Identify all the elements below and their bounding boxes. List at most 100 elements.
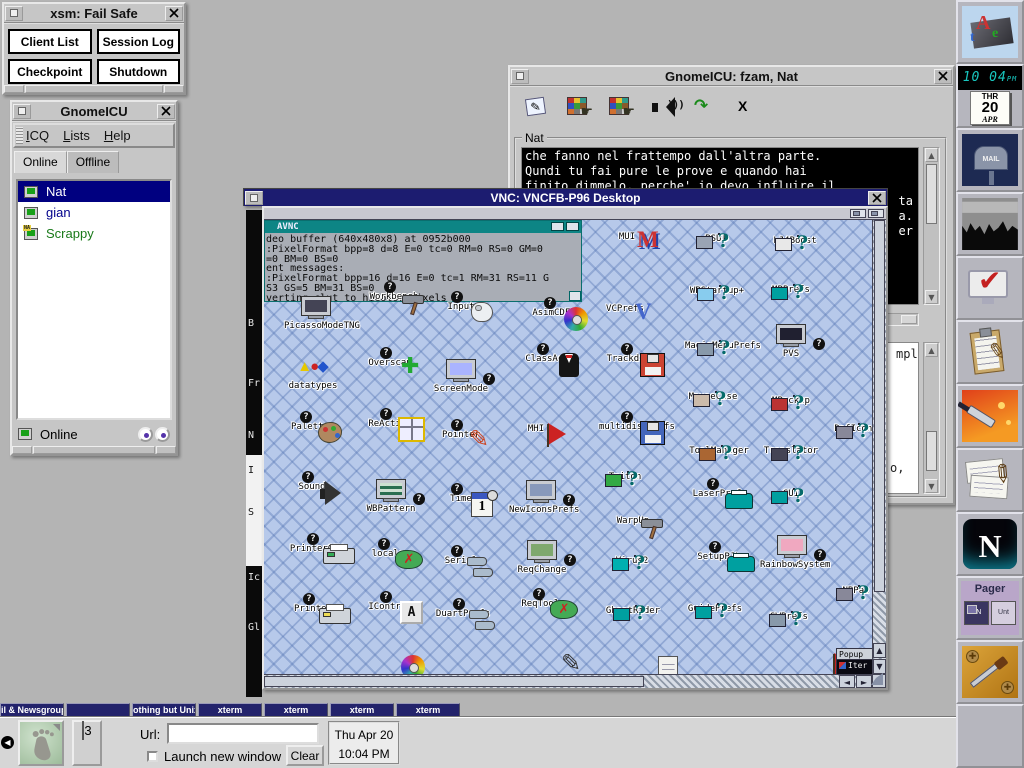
vnc-horizontal-scrollbar[interactable]: ◄ ► bbox=[264, 674, 872, 688]
amiga-icon-wbpattern[interactable]: ? WBPattern bbox=[359, 479, 423, 514]
menubar-grip[interactable] bbox=[16, 127, 23, 144]
dock-mail-button[interactable]: MAIL bbox=[956, 128, 1024, 192]
task-button-6[interactable]: xterm bbox=[330, 703, 394, 717]
scroll-down-icon[interactable]: ▼ bbox=[925, 290, 938, 304]
task-button-5[interactable]: xterm bbox=[264, 703, 328, 717]
amiga-icon-laserpref[interactable]: ? LaserPref bbox=[685, 487, 749, 499]
amiga-icon-newiconsprefs[interactable]: ? NewIconsPrefs bbox=[509, 480, 573, 515]
vnc-vertical-scrollbar[interactable]: ▲ ▼ bbox=[872, 220, 886, 674]
dock-afterstep-button[interactable]: Aet bbox=[956, 0, 1024, 64]
zoom-gadget-icon[interactable] bbox=[551, 222, 564, 231]
input-scrollbar[interactable]: ▲ ▼ bbox=[923, 342, 940, 494]
amiga-icon-guideprefs[interactable]: ? GuidePrefs bbox=[683, 602, 747, 614]
vnc-titlebar[interactable]: VNC: VNCFB-P96 Desktop bbox=[243, 188, 888, 206]
window-menu-icon[interactable] bbox=[5, 6, 23, 21]
amiga-icon[interactable] bbox=[614, 656, 678, 658]
amiga-icon-serial[interactable]: ? Serial bbox=[429, 554, 493, 566]
contact-gian[interactable]: gian bbox=[18, 202, 170, 223]
amiga-icon-locale[interactable]: ✗? locale bbox=[356, 547, 420, 559]
amiga-icon-magicmenuprefs[interactable]: ? MagicMenuPrefs bbox=[685, 339, 749, 351]
tab-offline[interactable]: Offline bbox=[67, 151, 119, 173]
panel-hide-arrow-icon[interactable]: ◀ bbox=[1, 736, 14, 749]
gnomeicu-titlebar[interactable]: GnomeICU bbox=[12, 102, 176, 122]
menu-lists[interactable]: Lists bbox=[63, 128, 90, 143]
amiga-icon-triton[interactable]: ? Triton bbox=[593, 470, 657, 482]
clear-button[interactable]: Clear bbox=[286, 745, 324, 766]
dock-tools-button[interactable]: ✚✚ bbox=[956, 640, 1024, 704]
amiga-icon-toolmanager[interactable]: ? ToolManager bbox=[687, 444, 751, 456]
window-menu-icon[interactable] bbox=[13, 104, 31, 119]
scroll-up-icon[interactable]: ▲ bbox=[873, 643, 886, 658]
launch-checkbox[interactable] bbox=[147, 751, 158, 762]
amiga-icon[interactable] bbox=[359, 654, 423, 656]
dock-pager-button[interactable]: PagerVNUnt bbox=[956, 576, 1024, 640]
xsm-session-log-button[interactable]: Session Log bbox=[97, 29, 181, 54]
xsm-client-list-button[interactable]: Client List bbox=[8, 29, 92, 54]
scroll-down-icon[interactable]: ▼ bbox=[925, 479, 938, 493]
amiga-icon-datatypes[interactable]: ▲●◆ datatypes bbox=[281, 354, 345, 391]
gnome-menu-button[interactable] bbox=[18, 720, 64, 766]
send-color-icon[interactable]: ☛ bbox=[566, 96, 592, 120]
resize-gadget-icon[interactable] bbox=[569, 291, 581, 301]
close-icon[interactable] bbox=[868, 191, 886, 205]
xsm-resize-strip[interactable] bbox=[4, 85, 184, 93]
amiga-icon-input[interactable]: ? Input bbox=[429, 300, 493, 312]
amiga-icon-vcprefs[interactable]: V VCPrefs bbox=[593, 302, 657, 314]
scroll-up-icon[interactable]: ▲ bbox=[925, 343, 938, 357]
dock-clipboard-button[interactable]: ✎ bbox=[956, 320, 1024, 384]
sound-icon[interactable]: ))) bbox=[650, 96, 676, 120]
compose-icon[interactable]: ✎ bbox=[524, 96, 550, 120]
amiga-icon-lj4boost[interactable]: ? LJ4Boost bbox=[763, 234, 827, 246]
amiga-icon-wbstartup[interactable]: ? WBStartup+ bbox=[685, 284, 749, 296]
task-button-2[interactable] bbox=[66, 703, 130, 717]
depth-gadget-icon[interactable] bbox=[566, 222, 579, 231]
amiga-icon-printer[interactable]: ? Printer bbox=[281, 602, 345, 614]
close-icon[interactable] bbox=[934, 69, 952, 84]
chat-titlebar[interactable]: GnomeICU: fzam, Nat bbox=[510, 67, 953, 87]
amiga-icon-gui[interactable]: ? GUI bbox=[759, 487, 823, 499]
amiga-icon-workbench[interactable]: ? Workbench bbox=[362, 290, 426, 302]
menu-help[interactable]: Help bbox=[104, 128, 131, 143]
popup-mini-window[interactable]: Popup Iter bbox=[836, 648, 872, 674]
amiga-icon-asimcdfs[interactable]: ? AsimCDFS bbox=[522, 306, 586, 318]
history-scrollbar[interactable]: ▲ ▼ bbox=[923, 147, 940, 305]
amiga-icon-pointer[interactable]: ✎? Pointer bbox=[429, 428, 493, 440]
amiga-screen-titlebar[interactable] bbox=[264, 208, 886, 220]
amiga-icon-bsui[interactable]: ? BSUI bbox=[684, 232, 748, 244]
send-color-2-icon[interactable]: ☛ bbox=[608, 96, 634, 120]
amiga-icon-reqchange[interactable]: ? ReqChange bbox=[510, 540, 574, 575]
dock-netscape-button[interactable]: N bbox=[956, 512, 1024, 576]
close-icon[interactable]: X bbox=[734, 96, 760, 120]
url-input[interactable] bbox=[167, 723, 319, 744]
xsm-shutdown-button[interactable]: Shutdown bbox=[97, 59, 181, 84]
menu-icq[interactable]: ICQ bbox=[26, 128, 49, 143]
contact-scrappy[interactable]: NA Scrappy bbox=[18, 223, 170, 244]
tasklist-button[interactable]: 3 bbox=[72, 720, 102, 766]
forward-icon[interactable]: ↷ bbox=[692, 96, 718, 120]
amiga-icon-sound[interactable]: ? Sound bbox=[280, 480, 344, 492]
amiga-icon-virus2[interactable]: ? Virus2 bbox=[600, 554, 664, 566]
amiga-icon[interactable]: ✎ bbox=[521, 652, 585, 654]
window-menu-icon[interactable] bbox=[511, 69, 529, 84]
dock-paint-button[interactable] bbox=[956, 384, 1024, 448]
window-menu-icon[interactable] bbox=[245, 191, 263, 205]
amiga-icon-duartprefs[interactable]: ? DuartPrefs bbox=[431, 607, 495, 619]
contact-nat[interactable]: Nat bbox=[18, 181, 170, 202]
resize-grip-icon[interactable] bbox=[872, 674, 886, 688]
task-button-1[interactable]: il & Newsgroups bbox=[0, 703, 64, 717]
amiga-icon-warpup[interactable]: WarpUp bbox=[601, 514, 665, 526]
dock-check-button[interactable]: ✔ bbox=[956, 256, 1024, 320]
amiga-desktop[interactable]: AVNC deo buffer (640x480x8) at 0952b000 … bbox=[264, 220, 872, 674]
avnc-console-titlebar[interactable]: AVNC bbox=[265, 221, 581, 233]
dock-load-button[interactable] bbox=[956, 192, 1024, 256]
amiga-icon-time[interactable]: 1? Time bbox=[429, 492, 493, 504]
amiga-icon-printergfx[interactable]: ? PrinterGFX bbox=[285, 542, 349, 554]
amiga-icon-classact[interactable]: ? ClassAct bbox=[515, 352, 579, 364]
amiga-icon-mhi[interactable]: MHI bbox=[504, 422, 568, 434]
amiga-icon-reqtools[interactable]: ✗? ReqTools bbox=[511, 597, 575, 609]
amiga-icon-mbprefs[interactable]: ? MBPrefs bbox=[759, 283, 823, 295]
amiga-icon-palette[interactable]: ? Palette bbox=[278, 420, 342, 432]
amiga-icon-reaction[interactable]: ? ReAction bbox=[358, 417, 422, 429]
amiga-icon-pvs[interactable]: ? PVS bbox=[759, 324, 823, 359]
scroll-down-icon[interactable]: ▼ bbox=[873, 659, 886, 674]
